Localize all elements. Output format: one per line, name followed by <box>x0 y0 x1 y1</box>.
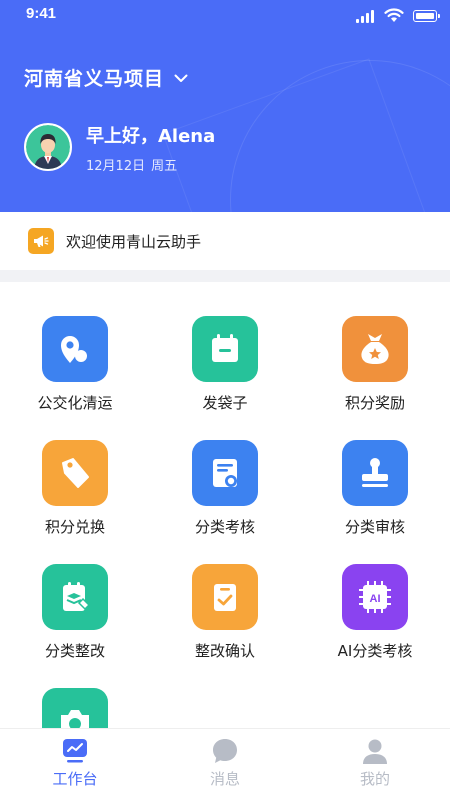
notice-bar[interactable]: 欢迎使用青山云助手 <box>0 212 450 270</box>
notice-text: 欢迎使用青山云助手 <box>66 232 202 251</box>
clipboard-check-icon <box>192 564 258 630</box>
profile-icon <box>360 737 390 765</box>
grid-item-label: AI分类考核 <box>337 642 413 660</box>
project-name: 河南省义马项目 <box>24 68 165 90</box>
grid-item-sorting-rectification[interactable]: 分类整改 <box>0 530 150 660</box>
project-selector[interactable]: 河南省义马项目 <box>24 64 188 91</box>
grid-item-issue-bags[interactable]: 发袋子 <box>150 282 300 412</box>
tab-workbench[interactable]: 工作台 <box>0 729 150 800</box>
tab-profile[interactable]: 我的 <box>300 729 450 800</box>
tab-messages[interactable]: 消息 <box>150 729 300 800</box>
stamp-icon <box>342 440 408 506</box>
certificate-icon <box>192 440 258 506</box>
grid-item-ai-sorting-assessment[interactable]: AI AI分类考核 <box>300 530 450 660</box>
chevron-down-icon <box>174 74 188 82</box>
header: 9:41 河南省义马项目 早上好，Alena 12月12日 周五 <box>0 0 450 212</box>
money-bag-icon <box>342 316 408 382</box>
grid-item-camera[interactable] <box>0 654 150 728</box>
tag-icon <box>42 440 108 506</box>
tab-label: 消息 <box>209 770 240 788</box>
grid-item-points-reward[interactable]: 积分奖励 <box>300 282 450 412</box>
grid-item-label: 整改确认 <box>194 642 255 660</box>
grid-item-sorting-assessment[interactable]: 分类考核 <box>150 406 300 536</box>
cellular-signal-icon <box>356 9 376 23</box>
greeting: 早上好，Alena <box>86 126 216 147</box>
date-line: 12月12日 周五 <box>86 155 177 174</box>
tab-bar: 工作台 消息 我的 <box>0 728 450 800</box>
location-pin-icon <box>42 316 108 382</box>
status-bar: 9:41 <box>0 0 450 30</box>
section-divider <box>0 270 450 282</box>
ai-chip-icon: AI <box>342 564 408 630</box>
function-grid: 公交化清运 发袋子 积分奖励 积分兑换 分类考核 分类审核 分类整改 整改确认 … <box>0 282 450 728</box>
grid-item-sorting-review[interactable]: 分类审核 <box>300 406 450 536</box>
megaphone-icon <box>28 228 54 254</box>
message-icon <box>210 737 240 765</box>
grid-item-rectification-confirm[interactable]: 整改确认 <box>150 530 300 660</box>
clipboard-edit-icon <box>42 564 108 630</box>
tab-label: 我的 <box>359 770 390 788</box>
workbench-icon <box>60 737 90 765</box>
bag-icon <box>192 316 258 382</box>
tab-label: 工作台 <box>52 770 98 788</box>
svg-text:AI: AI <box>370 593 381 605</box>
date-text: 12月12日 <box>86 159 146 174</box>
avatar[interactable] <box>24 123 72 171</box>
status-time: 9:41 <box>26 5 57 22</box>
grid-item-bus-clearance[interactable]: 公交化清运 <box>0 282 150 412</box>
user-avatar-icon <box>26 125 70 169</box>
battery-icon <box>413 10 440 22</box>
grid-item-points-exchange[interactable]: 积分兑换 <box>0 406 150 536</box>
wifi-icon <box>384 8 404 22</box>
weekday-text: 周五 <box>151 159 178 174</box>
camera-icon <box>42 688 108 728</box>
